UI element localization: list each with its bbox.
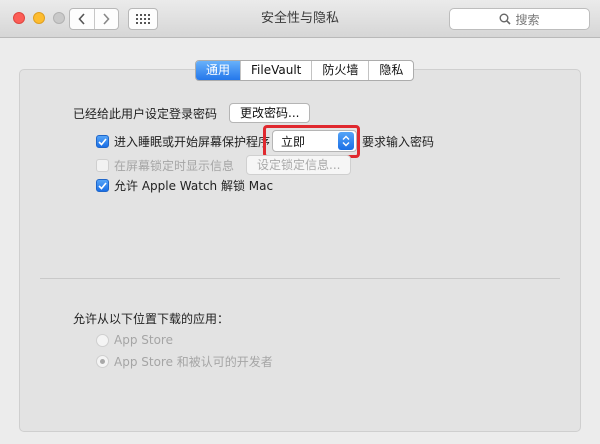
search-placeholder: 搜索 (515, 12, 540, 27)
title-bar: 安全性与隐私 搜索 (0, 0, 600, 38)
search-field[interactable]: 搜索 (449, 8, 590, 30)
up-down-arrows-icon (338, 132, 354, 150)
download-option-identified[interactable]: App Store 和被认可的开发者 (96, 353, 273, 370)
require-password-row: 进入睡眠或开始屏幕保护程序 (96, 133, 270, 150)
set-lock-message-button[interactable]: 设定锁定信息... (246, 155, 352, 175)
radio-identified-developers[interactable] (96, 355, 109, 368)
downloads-heading-row: 允许从以下位置下载的应用： (73, 310, 229, 327)
grid-icon (136, 14, 150, 24)
settings-panel (19, 69, 581, 432)
checkmark-icon (98, 181, 107, 190)
downloads-heading: 允许从以下位置下载的应用： (73, 312, 230, 326)
section-divider (40, 278, 560, 279)
navigation-buttons (69, 8, 119, 30)
radio-app-store[interactable] (96, 333, 109, 347)
tab-filevault[interactable]: FileVault (240, 61, 311, 80)
back-button[interactable] (70, 9, 94, 29)
show-message-row: 在屏幕锁定时显示信息 设定锁定信息... (96, 155, 352, 175)
show-message-checkbox[interactable] (96, 158, 109, 172)
radio-app-store-label: App Store (114, 333, 173, 347)
require-password-checkbox[interactable] (96, 135, 109, 148)
apple-watch-row: 允许 Apple Watch 解锁 Mac (96, 177, 273, 194)
show-message-label: 在屏幕锁定时显示信息 (114, 158, 235, 173)
password-row: 已经给此用户设定登录密码 更改密码... (73, 103, 311, 123)
require-password-label: 进入睡眠或开始屏幕保护程序 (114, 135, 271, 149)
apple-watch-checkbox[interactable] (96, 179, 109, 192)
close-button[interactable] (13, 12, 25, 24)
zoom-button[interactable] (53, 12, 65, 24)
change-password-button[interactable]: 更改密码... (229, 103, 311, 123)
tab-privacy[interactable]: 隐私 (368, 61, 413, 80)
tab-bar: 通用 FileVault 防火墙 隐私 (195, 60, 415, 81)
chevron-right-icon (103, 13, 110, 25)
minimize-button[interactable] (33, 12, 45, 24)
tab-firewall[interactable]: 防火墙 (311, 61, 368, 80)
window-title: 安全性与隐私 (260, 11, 339, 26)
download-option-app-store[interactable]: App Store (96, 333, 173, 347)
tab-general[interactable]: 通用 (196, 61, 241, 80)
password-delay-select[interactable]: 立即 (272, 130, 357, 152)
show-all-button[interactable] (128, 8, 158, 30)
chevron-left-icon (78, 13, 85, 25)
require-password-suffix-row: 要求输入密码 (362, 133, 434, 150)
radio-identified-label: App Store 和被认可的开发者 (114, 355, 273, 369)
password-set-label: 已经给此用户设定登录密码 (73, 106, 218, 121)
forward-button[interactable] (93, 9, 119, 29)
apple-watch-label: 允许 Apple Watch 解锁 Mac (114, 179, 274, 193)
password-delay-value: 立即 (281, 134, 306, 149)
require-password-suffix: 要求输入密码 (362, 135, 435, 149)
checkmark-icon (98, 137, 107, 146)
search-icon (499, 13, 512, 25)
